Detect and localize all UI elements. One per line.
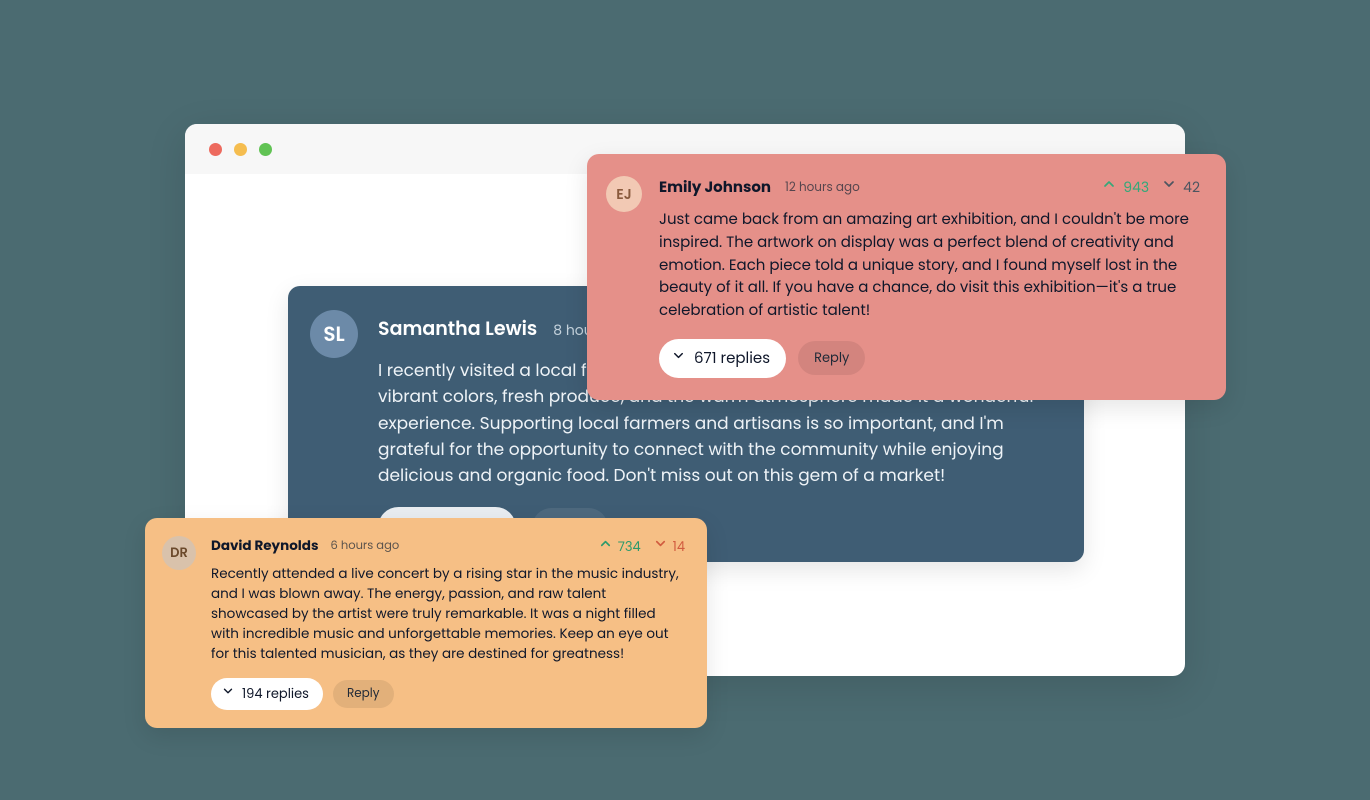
comment-header: David Reynolds 6 hours ago 734 14 bbox=[211, 536, 685, 556]
downvote-count: 42 bbox=[1183, 177, 1200, 198]
author-name[interactable]: Samantha Lewis bbox=[378, 314, 537, 343]
downvote-count: 14 bbox=[673, 537, 685, 557]
upvote-count: 734 bbox=[618, 537, 641, 557]
comment-actions: 194 replies Reply bbox=[211, 678, 685, 710]
upvote-button[interactable]: 943 bbox=[1101, 176, 1149, 198]
replies-button[interactable]: 194 replies bbox=[211, 678, 323, 710]
downvote-button[interactable]: 42 bbox=[1161, 176, 1200, 198]
comment-card-david: DR David Reynolds 6 hours ago 734 14 Rec… bbox=[145, 518, 707, 728]
window-controls bbox=[209, 143, 272, 156]
comment-header: Emily Johnson 12 hours ago 943 42 bbox=[659, 176, 1200, 199]
reply-button[interactable]: Reply bbox=[333, 680, 394, 708]
vote-controls: 943 42 bbox=[1101, 176, 1200, 198]
comment-card-emily: EJ Emily Johnson 12 hours ago 943 42 Jus… bbox=[587, 154, 1226, 400]
author-name[interactable]: David Reynolds bbox=[211, 536, 318, 556]
comment-body: Recently attended a live concert by a ri… bbox=[211, 564, 685, 664]
downvote-button[interactable]: 14 bbox=[653, 536, 685, 557]
comment-body: Just came back from an amazing art exhib… bbox=[659, 209, 1200, 323]
chevron-down-icon bbox=[671, 347, 686, 370]
avatar[interactable]: EJ bbox=[606, 176, 642, 212]
chevron-up-icon bbox=[1101, 176, 1117, 198]
replies-button[interactable]: 671 replies bbox=[659, 339, 786, 378]
reply-button[interactable]: Reply bbox=[798, 341, 865, 375]
chevron-down-icon bbox=[221, 684, 235, 704]
vote-controls: 734 14 bbox=[598, 536, 685, 557]
avatar[interactable]: SL bbox=[310, 310, 358, 358]
upvote-count: 943 bbox=[1123, 177, 1149, 198]
chevron-down-icon bbox=[653, 536, 668, 557]
timestamp: 6 hours ago bbox=[330, 538, 399, 555]
upvote-button[interactable]: 734 bbox=[598, 536, 641, 557]
replies-label: 194 replies bbox=[242, 684, 309, 704]
comment-actions: 671 replies Reply bbox=[659, 339, 1200, 378]
timestamp: 12 hours ago bbox=[785, 179, 860, 197]
window-minimize-icon[interactable] bbox=[234, 143, 247, 156]
avatar[interactable]: DR bbox=[162, 536, 196, 570]
replies-label: 671 replies bbox=[694, 347, 770, 370]
author-name[interactable]: Emily Johnson bbox=[659, 176, 771, 199]
window-maximize-icon[interactable] bbox=[259, 143, 272, 156]
chevron-up-icon bbox=[598, 536, 613, 557]
chevron-down-icon bbox=[1161, 176, 1177, 198]
window-close-icon[interactable] bbox=[209, 143, 222, 156]
